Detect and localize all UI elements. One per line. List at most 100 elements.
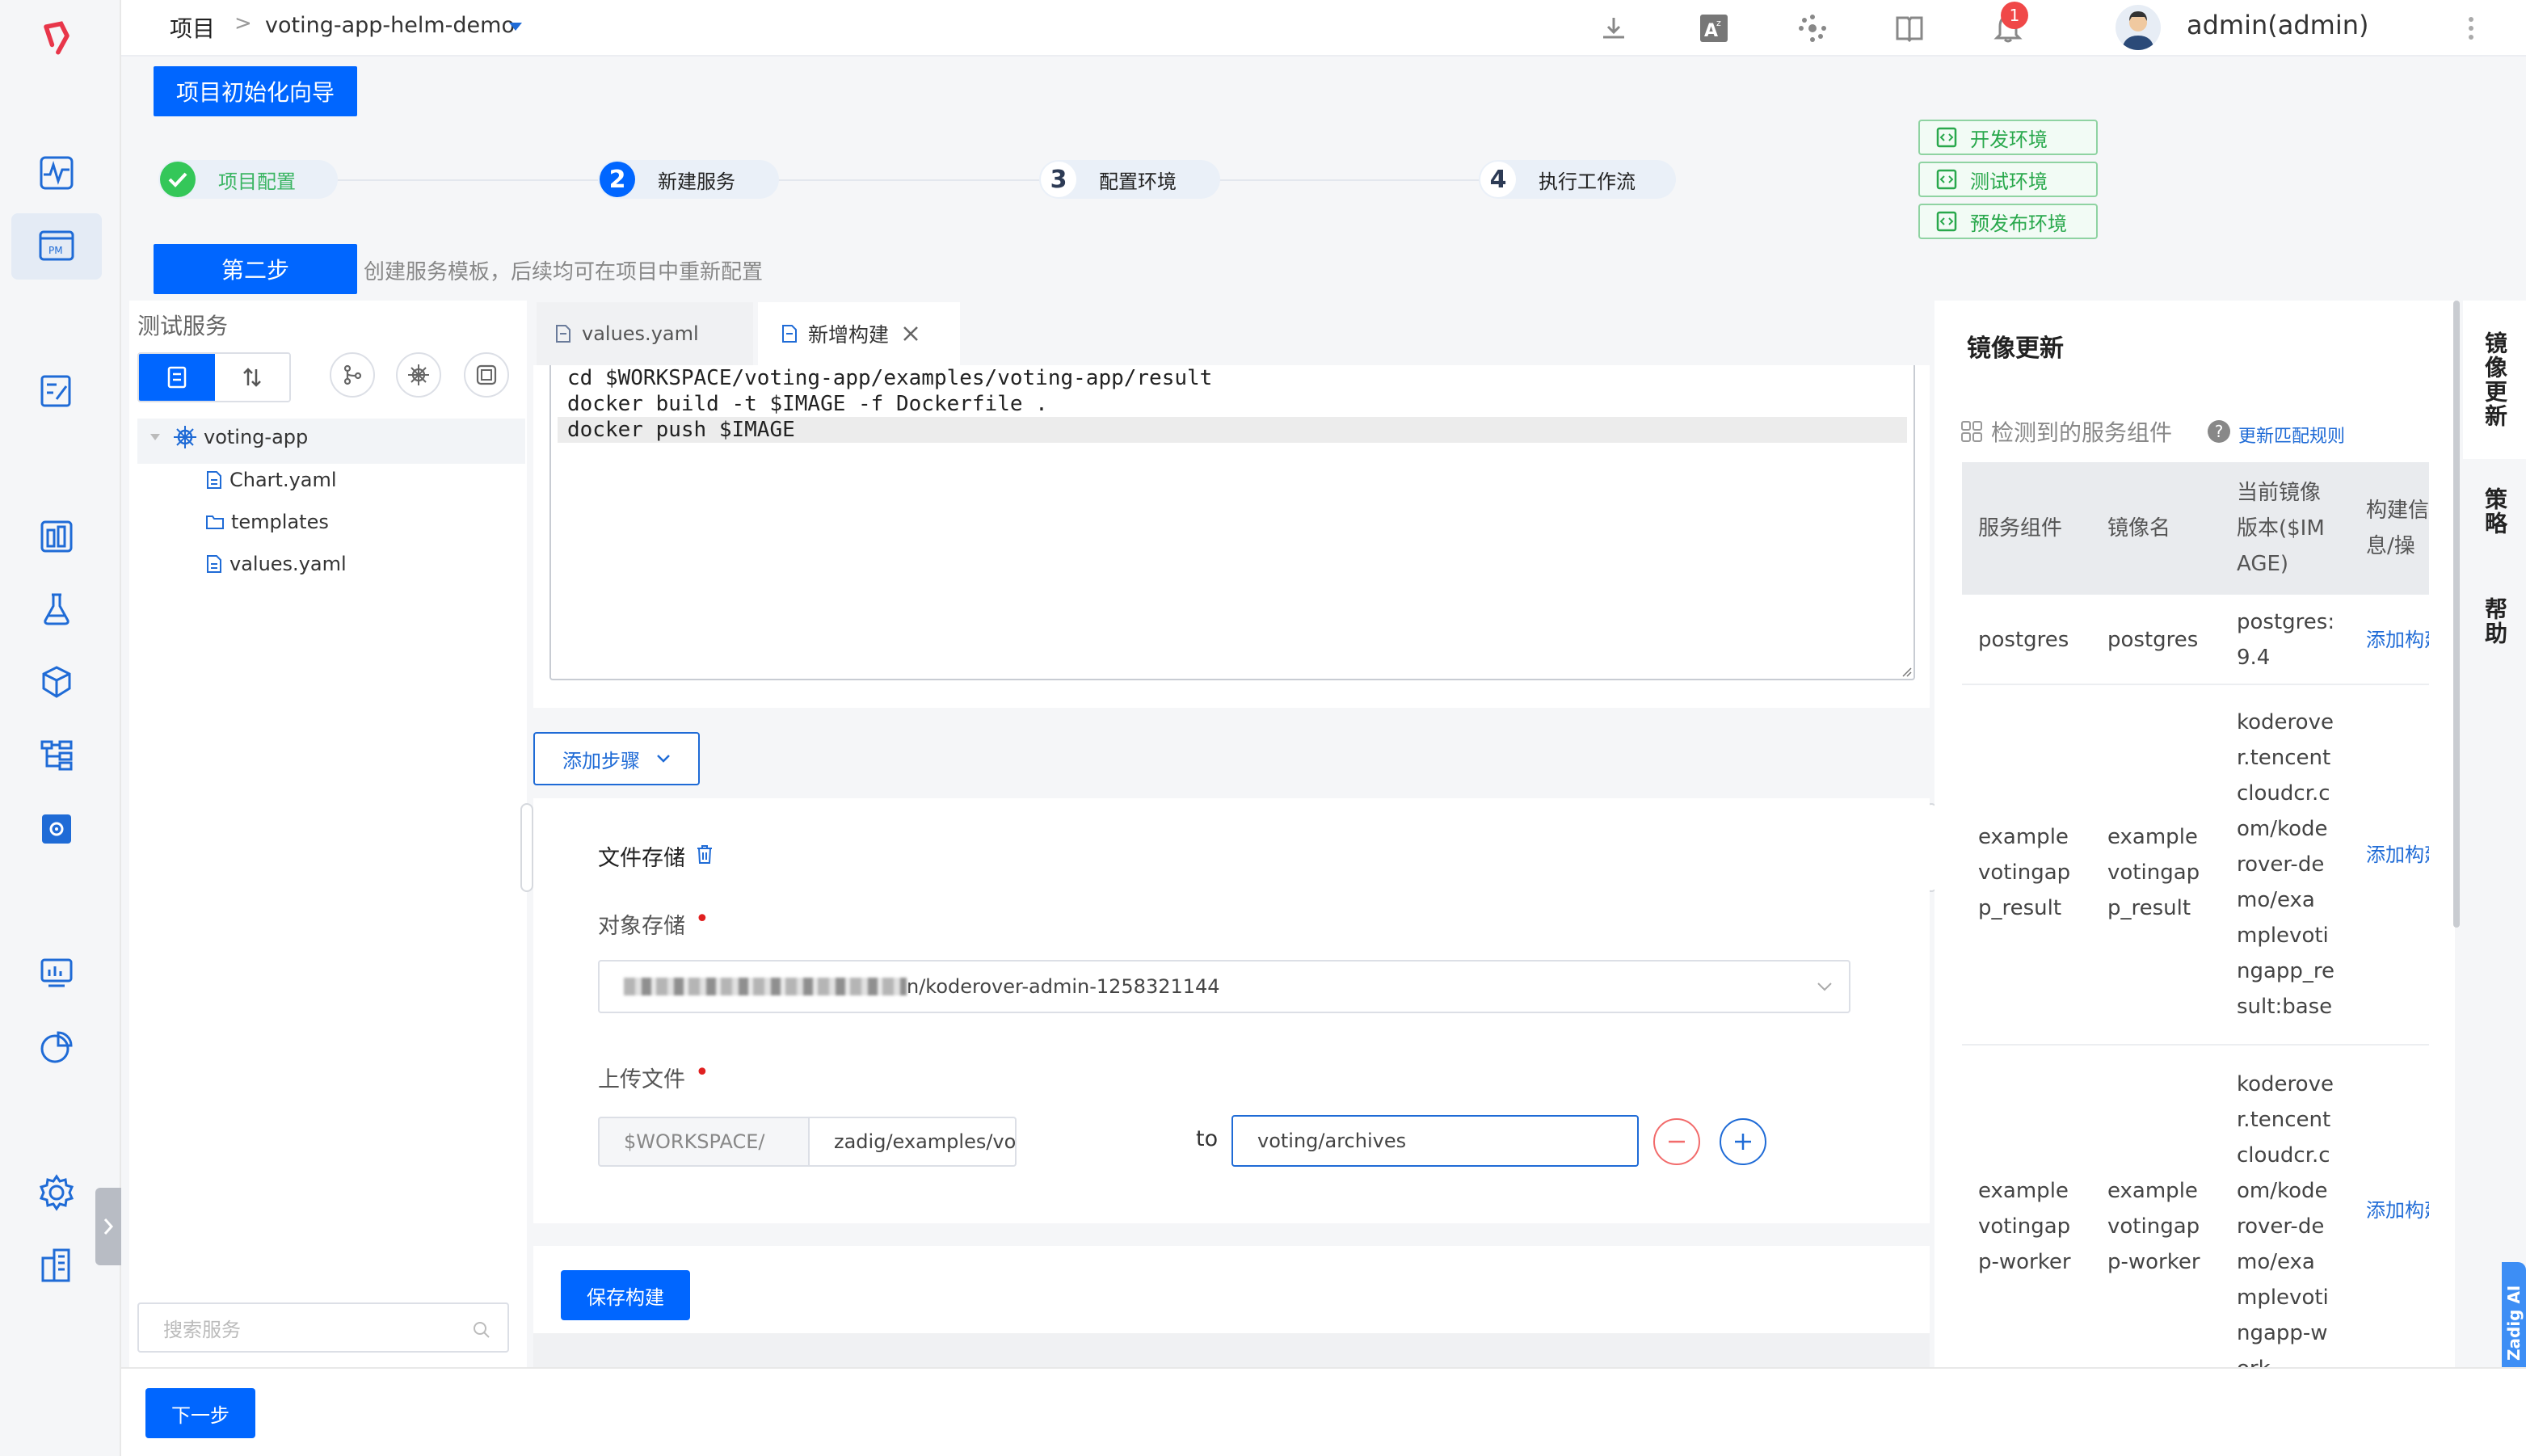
translate-icon[interactable]: Az	[1694, 8, 1734, 48]
chevron-down-icon	[657, 755, 670, 763]
dashboard-icon[interactable]	[36, 152, 78, 194]
edit-doc-icon[interactable]	[36, 370, 78, 412]
caret-down-icon[interactable]	[507, 21, 524, 32]
env-tag-label: 开发环境	[1970, 128, 2048, 151]
test-flask-icon[interactable]	[36, 588, 78, 630]
folder-icon	[206, 515, 224, 529]
row-image: examplevotingapp-worker	[2107, 1179, 2200, 1274]
init-wizard-button[interactable]: 项目初始化向导	[154, 66, 357, 116]
remove-upload-button[interactable]	[1653, 1118, 1700, 1165]
tab-values-yaml[interactable]: values.yaml	[537, 302, 753, 365]
pie-chart-icon[interactable]	[36, 1026, 78, 1068]
add-step-button[interactable]: 添加步骤	[533, 732, 700, 785]
update-rules-link[interactable]: 更新匹配规则	[2238, 422, 2345, 448]
search-service-field[interactable]: 搜索服务	[137, 1302, 509, 1353]
workspace-prefix: $WORKSPACE/	[598, 1117, 810, 1167]
collapse-nav-handle[interactable]	[95, 1188, 121, 1265]
template-button[interactable]	[464, 352, 509, 398]
side-tab-image-update[interactable]: 镜像更新	[2463, 301, 2526, 459]
step-number: 4	[1480, 162, 1516, 197]
add-step-label: 添加步骤	[562, 750, 640, 772]
blurred-storage-prefix	[624, 978, 907, 995]
tab-new-build[interactable]: 新增构建	[758, 302, 960, 365]
save-build-button[interactable]: 保存构建	[561, 1270, 690, 1320]
list-view-button[interactable]	[139, 354, 215, 401]
file-icon	[207, 471, 221, 489]
env-tag-test[interactable]: 测试环境	[1918, 162, 2098, 197]
project-manage-icon[interactable]: PM	[36, 225, 78, 267]
components-table: 服务组件 镜像名 当前镜像版本($IMAGE) 构建信息/操作 postgres…	[1962, 462, 2429, 1367]
git-branch-icon	[343, 364, 362, 385]
add-build-link[interactable]: 添加构建	[2366, 1193, 2429, 1228]
help-question-icon[interactable]: ?	[2208, 420, 2230, 443]
step-label: 执行工作流	[1539, 170, 1636, 193]
sort-arrows-icon	[243, 368, 261, 387]
wizard-step-3[interactable]: 3 配置环境	[1039, 160, 1220, 199]
code-window-icon	[1936, 211, 1957, 232]
build-icon[interactable]	[36, 515, 78, 558]
plugins-icon[interactable]	[1792, 8, 1833, 48]
upload-file-label: 上传文件	[598, 1067, 685, 1092]
wizard-step-4[interactable]: 4 执行工作流	[1479, 160, 1676, 199]
tree-item-folder[interactable]: templates	[205, 511, 329, 533]
resize-handle-icon[interactable]	[1899, 664, 1912, 677]
wizard-progress-line	[194, 179, 1632, 181]
upload-dest-path-input[interactable]: voting/archives	[1231, 1115, 1639, 1167]
env-tag-staging[interactable]: 预发布环境	[1918, 204, 2098, 239]
object-storage-label: 对象存储	[598, 914, 685, 939]
add-upload-button[interactable]	[1720, 1118, 1766, 1165]
tree-item-label: voting-app	[204, 426, 309, 448]
save-bar	[533, 1246, 1930, 1335]
step-number: 3	[1041, 162, 1076, 197]
side-tab-help[interactable]: 帮助	[2463, 566, 2526, 677]
object-storage-select[interactable]: n/koderover-admin-1258321144	[598, 960, 1850, 1013]
git-branch-button[interactable]	[330, 352, 375, 398]
svg-text:PM: PM	[48, 245, 63, 256]
env-tag-dev[interactable]: 开发环境	[1918, 120, 2098, 155]
upload-source-path-input[interactable]: zadig/examples/voting-app/result	[808, 1117, 1017, 1167]
row-image: examplevotingapp_result	[2107, 825, 2200, 920]
sort-button[interactable]	[214, 354, 289, 401]
more-vertical-icon[interactable]	[2468, 16, 2474, 40]
next-step-button[interactable]: 下一步	[145, 1388, 255, 1438]
settings-box-icon[interactable]	[36, 808, 78, 850]
wizard-step-1[interactable]: 项目配置	[158, 160, 338, 199]
table-header-cell: 构建信息/操作	[2366, 499, 2429, 558]
system-settings-icon[interactable]	[36, 1172, 78, 1214]
close-icon[interactable]	[902, 325, 920, 343]
workflow-icon[interactable]	[36, 734, 78, 776]
zadig-logo-icon[interactable]	[36, 18, 78, 60]
helm-button[interactable]	[396, 352, 441, 398]
user-name[interactable]: admin(admin)	[2187, 10, 2369, 40]
file-icon	[556, 325, 570, 343]
wizard-step-2[interactable]: 2 新建服务	[598, 160, 779, 199]
side-tab-strategy[interactable]: 策略	[2463, 461, 2526, 562]
required-dot: •	[695, 905, 709, 933]
image-panel-scrollbar[interactable]	[2453, 301, 2460, 928]
script-editor[interactable]: cd $WORKSPACE/voting-app/examples/voting…	[549, 365, 1915, 680]
current-step-badge: 第二步	[154, 244, 357, 294]
download-icon[interactable]	[1593, 8, 1634, 48]
avatar[interactable]	[2116, 5, 2161, 50]
monitor-icon[interactable]	[36, 952, 78, 994]
tree-item-service[interactable]: voting-app	[149, 423, 308, 451]
check-circle-icon	[160, 162, 196, 197]
project-selector[interactable]: voting-app-helm-demo	[265, 13, 515, 38]
artifact-cube-icon[interactable]	[36, 661, 78, 703]
docs-book-icon[interactable]	[1889, 8, 1930, 48]
add-build-link[interactable]: 添加构建	[2366, 622, 2429, 658]
minus-icon	[1669, 1140, 1685, 1143]
scroll-handle-left[interactable]	[520, 803, 533, 892]
trash-icon[interactable]	[695, 844, 714, 865]
tree-item-file[interactable]: Chart.yaml	[205, 469, 337, 491]
current-step-description: 创建服务模板，后续均可在项目中重新配置	[364, 260, 764, 284]
add-build-link[interactable]: 添加构建	[2366, 837, 2429, 873]
required-dot: •	[695, 1058, 709, 1087]
enterprise-building-icon[interactable]	[36, 1244, 78, 1286]
breadcrumb-root[interactable]: 项目	[170, 11, 215, 44]
helm-service-icon	[174, 426, 196, 448]
table-header-cell: 服务组件	[1978, 516, 2063, 541]
zadig-ai-badge[interactable]: Zadig AI	[2502, 1262, 2526, 1383]
tree-item-file[interactable]: values.yaml	[205, 553, 347, 575]
object-storage-value: n/koderover-admin-1258321144	[907, 975, 1220, 998]
